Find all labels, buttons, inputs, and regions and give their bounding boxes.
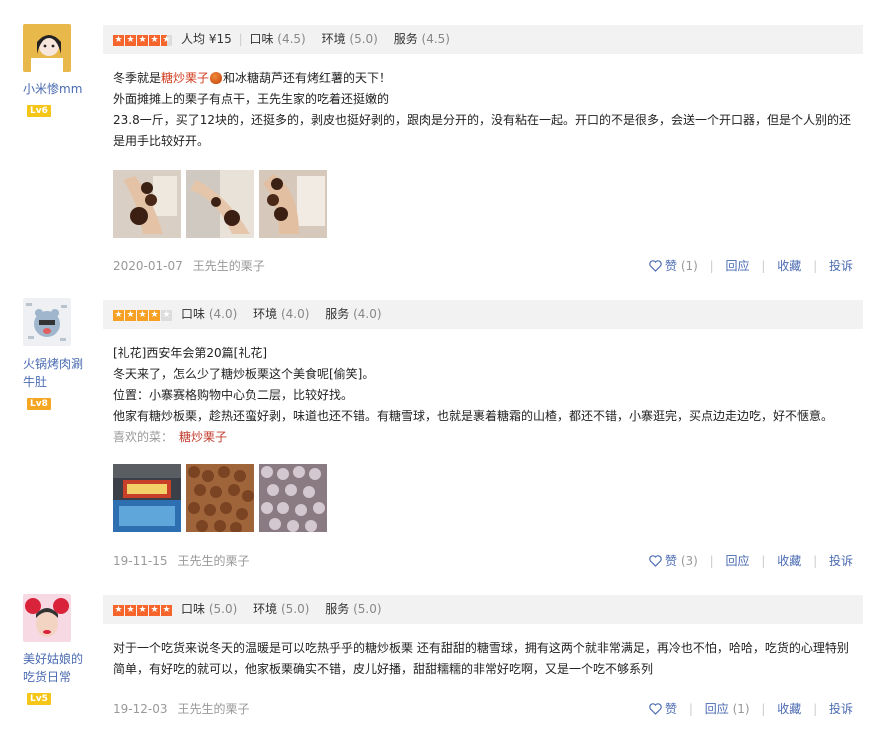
username[interactable]: 美好姑娘的吃货日常: [23, 650, 93, 686]
avatar[interactable]: [23, 594, 71, 642]
star-rating: [113, 310, 172, 321]
level-badge: Lv6: [27, 105, 51, 117]
shop-name[interactable]: 王先生的栗子: [177, 702, 249, 716]
chestnut-icon: [210, 72, 223, 84]
heart-icon: [649, 555, 662, 567]
shop-name[interactable]: 王先生的栗子: [193, 259, 265, 273]
review-date: 2020-01-07: [113, 259, 183, 273]
heart-icon: [649, 703, 662, 715]
shop-name[interactable]: 王先生的栗子: [177, 554, 249, 568]
review-photo[interactable]: [259, 170, 327, 238]
star-icon: [137, 35, 148, 46]
score-list: 口味 (4.0) 环境 (4.0) 服务 (4.0): [181, 307, 382, 321]
review-actions: 赞 (1) | 回应 | 收藏 | 投诉: [649, 257, 853, 274]
username[interactable]: 火锅烤肉涮牛肚: [23, 355, 93, 391]
star-icon: [113, 605, 124, 616]
star-icon: [125, 605, 136, 616]
review-photo[interactable]: [113, 464, 181, 532]
review-photo[interactable]: [259, 464, 327, 532]
review-meta: 19-11-15 王先生的栗子: [113, 552, 249, 569]
review-text: 对于一个吃货来说冬天的温暖是可以吃热乎乎的糖炒板栗 还有甜甜的糖雪球，拥有这两个…: [113, 641, 849, 676]
review-photo[interactable]: [113, 170, 181, 238]
like-button[interactable]: 赞 (1): [649, 259, 698, 273]
star-icon: [113, 310, 124, 321]
avg-price: 人均 ¥15: [181, 32, 232, 46]
review-text: [礼花]西安年会第20篇[礼花] 冬天来了，怎么少了糖炒板栗这个美食呢[偷笑]。…: [113, 343, 853, 448]
review-actions: 赞 (3) | 回应 | 收藏 | 投诉: [649, 552, 853, 569]
report-button[interactable]: 投诉: [829, 702, 853, 716]
score-list: 人均 ¥15 | 口味 (4.5) 环境 (5.0) 服务 (4.5): [181, 32, 450, 46]
username[interactable]: 小米惨mm: [23, 80, 93, 98]
star-icon: [149, 310, 160, 321]
photo-strip: [113, 170, 327, 238]
star-icon: [113, 35, 124, 46]
level-badge: Lv8: [27, 398, 51, 410]
report-button[interactable]: 投诉: [829, 554, 853, 568]
star-icon: [161, 605, 172, 616]
star-icon: [149, 35, 160, 46]
star-icon: [161, 310, 172, 321]
review-meta: 19-12-03 王先生的栗子: [113, 700, 249, 717]
favorite-button[interactable]: 收藏: [777, 554, 801, 568]
level-badge: Lv5: [27, 693, 51, 705]
dish-link[interactable]: 糖炒栗子: [161, 71, 209, 85]
rating-bar: 人均 ¥15 | 口味 (4.5) 环境 (5.0) 服务 (4.5): [103, 25, 863, 54]
dish-link[interactable]: 糖炒栗子: [179, 430, 227, 444]
avatar[interactable]: [23, 24, 71, 72]
star-icon: [161, 35, 172, 46]
report-button[interactable]: 投诉: [829, 259, 853, 273]
review-photo[interactable]: [186, 170, 254, 238]
like-button[interactable]: 赞 (3): [649, 554, 698, 568]
review-actions: 赞 | 回应 (1) | 收藏 | 投诉: [649, 700, 853, 717]
reply-button[interactable]: 回应 (1): [705, 702, 750, 716]
review-date: 19-11-15: [113, 554, 168, 568]
star-icon: [137, 605, 148, 616]
star-rating: [113, 605, 172, 616]
review-text: 冬季就是糖炒栗子 和冰糖葫芦还有烤红薯的天下！ 外面摊摊上的栗子有点干，王先生家的…: [113, 71, 851, 148]
favorite-button[interactable]: 收藏: [777, 702, 801, 716]
heart-icon: [649, 260, 662, 272]
star-icon: [125, 35, 136, 46]
rating-bar: 口味 (4.0) 环境 (4.0) 服务 (4.0): [103, 300, 863, 329]
star-icon: [125, 310, 136, 321]
photo-strip: [113, 464, 327, 532]
review-date: 19-12-03: [113, 702, 168, 716]
avatar[interactable]: [23, 298, 71, 346]
liked-dishes: 喜欢的菜： 糖炒栗子: [113, 430, 228, 444]
like-button[interactable]: 赞: [649, 702, 677, 716]
favorite-button[interactable]: 收藏: [777, 259, 801, 273]
star-icon: [137, 310, 148, 321]
star-rating: [113, 35, 172, 46]
reply-button[interactable]: 回应: [726, 554, 750, 568]
star-icon: [149, 605, 160, 616]
review-photo[interactable]: [186, 464, 254, 532]
rating-bar: 口味 (5.0) 环境 (5.0) 服务 (5.0): [103, 595, 863, 624]
reply-button[interactable]: 回应: [726, 259, 750, 273]
review-meta: 2020-01-07 王先生的栗子: [113, 257, 265, 274]
score-list: 口味 (5.0) 环境 (5.0) 服务 (5.0): [181, 602, 382, 616]
